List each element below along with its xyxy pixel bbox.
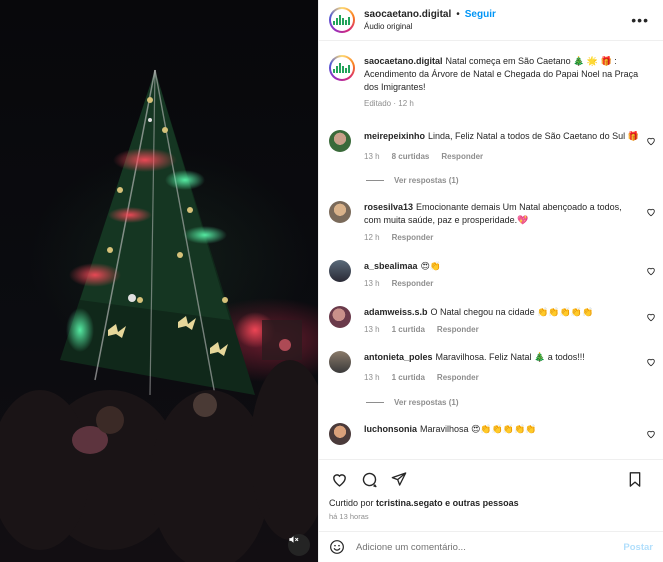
author-avatar[interactable] [329, 7, 355, 33]
instagram-post: saocaetano.digital • Seguir Áudio origin… [0, 0, 663, 562]
action-bar [319, 460, 663, 498]
share-button[interactable] [389, 469, 409, 489]
like-comment-icon[interactable] [646, 207, 656, 217]
author-username[interactable]: saocaetano.digital [364, 9, 451, 20]
comment-likes[interactable]: 1 curtida [392, 324, 425, 336]
comment-username[interactable]: adamweiss.s.b [364, 307, 428, 317]
comment-time[interactable]: 13 h [364, 324, 380, 336]
christmas-tree-scene [0, 69, 318, 562]
audio-label[interactable]: Áudio original [364, 22, 496, 31]
saocaetano-logo-icon [333, 15, 351, 25]
post-timestamp[interactable]: há 13 horas [319, 508, 663, 521]
comment-bubble-icon [362, 472, 377, 487]
comment-username[interactable]: antonieta_poles [364, 352, 433, 362]
comment-item: a_sbealimaa 😍👏 13 h Responder [319, 260, 663, 290]
reply-button[interactable]: Responder [392, 232, 434, 244]
comment-item: antonieta_poles Maravilhosa. Feliz Natal … [319, 351, 663, 384]
paper-plane-icon [391, 472, 407, 486]
view-replies-label[interactable]: Ver respostas (1) [394, 176, 458, 185]
liked-by-text: Curtido por tcristina.segato e outras pe… [319, 498, 663, 508]
comment-item: meirepeixinho Linda, Feliz Natal a todos … [319, 129, 663, 163]
like-comment-icon[interactable] [646, 357, 656, 367]
heart-icon [332, 473, 346, 487]
emoji-icon[interactable] [329, 539, 345, 555]
post-caption: saocaetano.digital Natal começa em São Ca… [319, 41, 663, 110]
replies-line [366, 180, 384, 182]
comment-text: O Natal chegou na cidade 👏👏👏👏👏 [430, 306, 594, 317]
commenter-avatar[interactable] [329, 129, 351, 152]
ellipsis-icon: ••• [631, 12, 649, 28]
follow-button[interactable]: Seguir [465, 9, 496, 20]
like-button[interactable] [329, 469, 349, 489]
saocaetano-logo-icon [333, 63, 351, 73]
comment-time[interactable]: 13 h [364, 372, 380, 384]
view-replies-button[interactable]: Ver respostas (1) [366, 176, 663, 185]
comments-list[interactable]: saocaetano.digital Natal começa em São Ca… [319, 41, 663, 459]
comment-text: Maravilhosa. Feliz Natal 🎄 a todos!!! [435, 352, 585, 363]
comment-text: Maravilhosa 😍👏👏👏👏👏 [420, 423, 537, 434]
comment-username[interactable]: luchonsonia [364, 424, 417, 434]
comment-username[interactable]: meirepeixinho [364, 131, 425, 141]
comment-text: Linda, Feliz Natal a todos de São Caetan… [428, 130, 639, 141]
bookmark-icon [629, 471, 641, 487]
post-header: saocaetano.digital • Seguir Áudio origin… [319, 0, 663, 41]
like-comment-icon[interactable] [646, 429, 656, 439]
separator-dot: • [456, 9, 460, 20]
liked-user[interactable]: tcristina.segato [376, 498, 443, 508]
caption-username[interactable]: saocaetano.digital [364, 56, 443, 66]
like-comment-icon[interactable] [646, 136, 656, 146]
liked-prefix: Curtido por [329, 498, 374, 508]
post-sidebar: saocaetano.digital • Seguir Áudio origin… [318, 0, 663, 562]
post-footer: Curtido por tcristina.segato e outras pe… [319, 459, 663, 562]
comment-likes[interactable]: 1 curtida [392, 372, 425, 384]
commenter-avatar[interactable] [329, 351, 351, 374]
commenter-avatar[interactable] [329, 422, 351, 445]
save-button[interactable] [625, 469, 645, 489]
comment-time[interactable]: 13 h [364, 278, 380, 290]
commenter-avatar[interactable] [329, 260, 351, 283]
comment-item: adamweiss.s.b O Natal chegou na cidade 👏👏… [319, 305, 663, 336]
comment-username[interactable]: rosesilva13 [364, 202, 413, 212]
comment-time[interactable]: 13 h [364, 151, 380, 163]
replies-line [366, 401, 384, 403]
commenter-avatar[interactable] [329, 201, 351, 224]
comment-likes[interactable]: 8 curtidas [392, 151, 430, 163]
comment-item: rosesilva13 Emocionante demais Um Natal a… [319, 201, 663, 244]
post-comment-button[interactable]: Postar [623, 542, 653, 553]
comment-item: luchonsonia Maravilhosa 😍👏👏👏👏👏 [319, 422, 663, 445]
caption-edited: Editado · 12 h [364, 99, 414, 109]
comment-username[interactable]: a_sbealimaa [364, 261, 418, 271]
caption-avatar[interactable] [329, 55, 355, 81]
more-options-button[interactable]: ••• [631, 12, 649, 28]
commenter-avatar[interactable] [329, 305, 351, 328]
reply-button[interactable]: Responder [441, 151, 483, 163]
view-replies-label[interactable]: Ver respostas (1) [394, 398, 458, 407]
liked-suffix[interactable]: e outras pessoas [445, 498, 519, 508]
post-video[interactable] [0, 0, 318, 562]
comment-input[interactable] [356, 541, 624, 553]
like-comment-icon[interactable] [646, 312, 656, 322]
speaker-muted-icon [289, 536, 299, 543]
comment-time[interactable]: 12 h [364, 232, 380, 244]
view-replies-button[interactable]: Ver respostas (1) [366, 398, 663, 407]
like-comment-icon[interactable] [646, 266, 656, 276]
comment-text: 😍👏 [420, 261, 442, 272]
reply-button[interactable]: Responder [437, 324, 479, 336]
reply-button[interactable]: Responder [437, 372, 479, 384]
add-comment-bar: Postar [319, 531, 663, 562]
mute-button[interactable] [288, 534, 310, 556]
comment-button[interactable] [359, 469, 379, 489]
reply-button[interactable]: Responder [392, 278, 434, 290]
